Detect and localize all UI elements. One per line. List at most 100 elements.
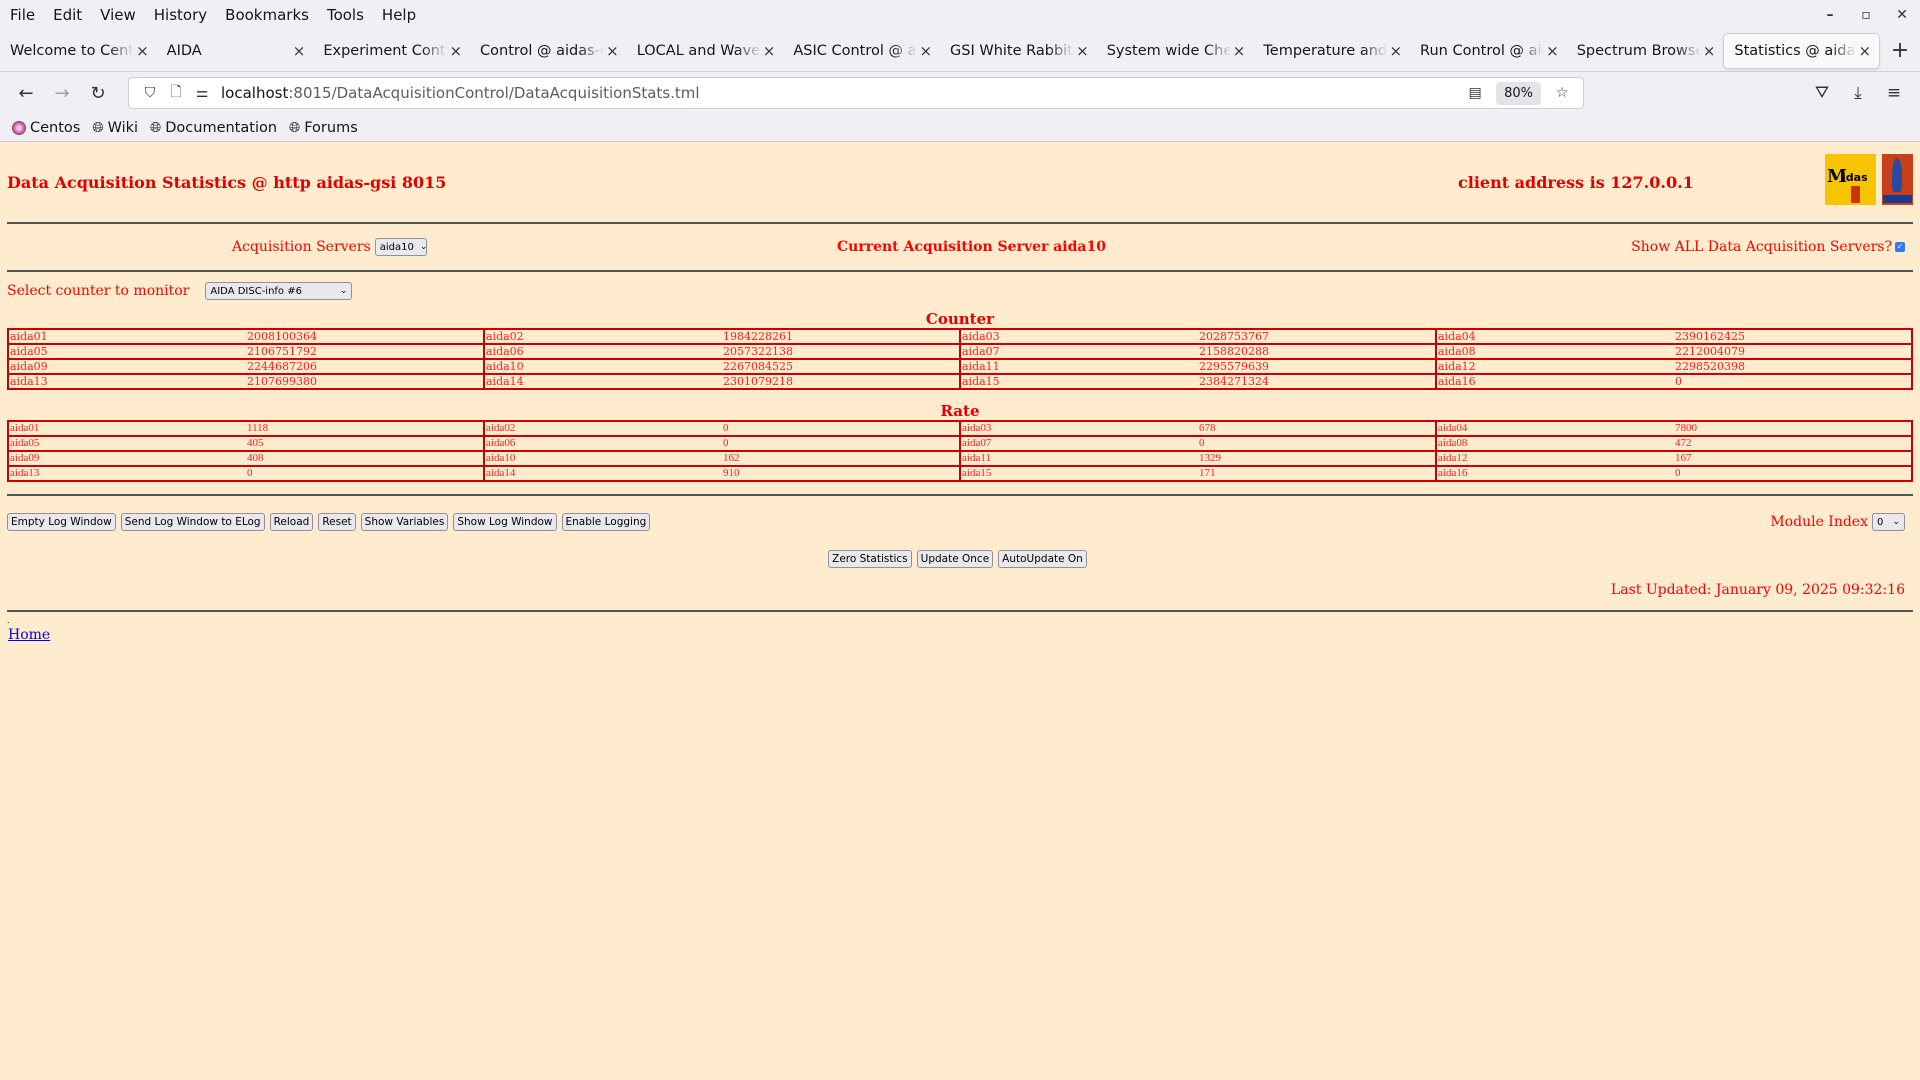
show-variables-button[interactable]: Show Variables	[360, 513, 449, 531]
app-menu-icon[interactable]: ≡	[1876, 83, 1912, 103]
empty-log-window-button[interactable]: Empty Log Window	[7, 513, 116, 531]
value-cell: 2384271324	[1198, 373, 1437, 390]
dot: .	[7, 616, 10, 625]
menu-history[interactable]: History	[154, 6, 207, 24]
enable-logging-button[interactable]: Enable Logging	[561, 513, 651, 531]
close-tab-icon[interactable]: ×	[136, 42, 149, 60]
bookmark-documentation[interactable]: 🌐︎ Documentation	[150, 120, 277, 136]
browser-tab[interactable]: AIDA ×	[157, 33, 314, 69]
send-log-window-to-elog-button[interactable]: Send Log Window to ELog	[120, 513, 265, 531]
close-tab-icon[interactable]: ×	[606, 42, 619, 60]
close-tab-icon[interactable]: ×	[1546, 42, 1559, 60]
close-tab-icon[interactable]: ×	[1233, 42, 1246, 60]
menu-tools[interactable]: Tools	[327, 6, 364, 24]
bookmark-wiki[interactable]: 🌐︎ Wiki	[92, 120, 138, 136]
counter-select[interactable]: AIDA DISC-info #6 ⌄	[205, 282, 353, 300]
close-tab-icon[interactable]: ×	[1703, 42, 1716, 60]
table-row: aida09 408 aida10 162 aida11 1329 aida12 167	[7, 450, 1913, 467]
globe-icon: 🌐︎	[150, 119, 162, 136]
acquisition-server-select[interactable]: aida10 ⌄	[374, 238, 428, 256]
globe-icon: 🌐︎	[289, 119, 301, 136]
url-bar[interactable]: ⛉ 🗋 ⚌ localhost:8015/DataAcquisitionCont…	[128, 77, 1584, 109]
browser-tab[interactable]: Spectrum Browser ×	[1567, 33, 1724, 69]
reader-mode-icon[interactable]: ▤	[1462, 85, 1488, 101]
value-cell: 2390162425	[1674, 328, 1913, 345]
show-all-checkbox[interactable]: ✓	[1895, 242, 1905, 252]
browser-tab[interactable]: Statistics @ aidas-gsi×	[1723, 32, 1881, 69]
url-path: :8015/DataAcquisitionControl/DataAcquisi…	[288, 84, 700, 102]
browser-chrome: File Edit View History Bookmarks Tools H…	[0, 0, 1920, 142]
forward-icon[interactable]: →	[44, 83, 80, 104]
reload-button[interactable]: Reload	[269, 513, 314, 531]
value-cell: 472	[1674, 435, 1913, 452]
value-cell: 405	[246, 435, 485, 452]
close-tab-icon[interactable]: ×	[449, 42, 462, 60]
menu-view[interactable]: View	[100, 6, 136, 24]
autoupdate-on-button[interactable]: AutoUpdate On	[998, 550, 1087, 568]
update-button-row: Zero Statistics Update Once AutoUpdate On	[7, 548, 1913, 570]
server-name-cell: aida04	[1435, 328, 1674, 345]
close-tab-icon[interactable]: ×	[293, 42, 306, 60]
server-name-cell: aida10	[483, 450, 722, 467]
reload-icon[interactable]: ↻	[80, 83, 116, 104]
menu-file[interactable]: File	[10, 6, 35, 24]
close-tab-icon[interactable]: ×	[919, 42, 932, 60]
page-icon[interactable]: 🗋	[163, 81, 189, 105]
server-name-cell: aida09	[7, 358, 246, 375]
server-name-cell: aida16	[1435, 373, 1674, 390]
menu-edit[interactable]: Edit	[53, 6, 82, 24]
close-window-icon[interactable]: ✕	[1884, 7, 1920, 23]
minimize-icon[interactable]: –	[1812, 7, 1848, 23]
chevron-down-icon: ⌄	[1892, 517, 1900, 527]
bookmark-centos[interactable]: Centos	[12, 120, 80, 136]
value-cell: 1984228261	[722, 328, 961, 345]
zoom-level-badge[interactable]: 80%	[1496, 81, 1541, 105]
home-link[interactable]: Home	[8, 627, 50, 643]
bookmark-star-icon[interactable]: ☆	[1549, 85, 1575, 101]
pocket-icon[interactable]: ⛛	[1804, 83, 1840, 103]
browser-tab[interactable]: Experiment Control×	[313, 33, 470, 69]
back-icon[interactable]: ←	[8, 83, 44, 104]
tab-label: System wide Check	[1106, 42, 1231, 59]
downloads-icon[interactable]: ⤓	[1840, 83, 1876, 103]
browser-tab[interactable]: ASIC Control @ aidas×	[783, 33, 940, 69]
bookmark-forums[interactable]: 🌐︎ Forums	[289, 120, 358, 136]
menu-bookmarks[interactable]: Bookmarks	[225, 6, 309, 24]
browser-tab[interactable]: GSI White Rabbit T ×	[940, 33, 1097, 69]
value-cell: 1118	[246, 420, 485, 437]
browser-tab[interactable]: Welcome to CentOS×	[0, 33, 157, 69]
maximize-icon[interactable]: ▫	[1848, 7, 1884, 23]
browser-tab[interactable]: Run Control @ aidas×	[1410, 33, 1567, 69]
selected-value: 0	[1877, 516, 1884, 528]
permissions-icon[interactable]: ⚌	[189, 85, 215, 101]
chevron-down-icon: ⌄	[419, 242, 428, 252]
module-index-select[interactable]: 0 ⌄	[1872, 513, 1905, 531]
value-cell: 2295579639	[1198, 358, 1437, 375]
browser-tab[interactable]: Temperature and s ×	[1253, 33, 1410, 69]
bookmark-label: Wiki	[107, 119, 139, 136]
browser-tab[interactable]: LOCAL and Waveform×	[627, 33, 784, 69]
close-tab-icon[interactable]: ×	[1858, 42, 1871, 60]
browser-tab[interactable]: System wide Check×	[1097, 33, 1254, 69]
zero-statistics-button[interactable]: Zero Statistics	[828, 550, 912, 568]
table-row: aida01 1118 aida02 0 aida03 678 aida04 7800	[7, 420, 1913, 437]
tab-label: LOCAL and Waveform	[636, 42, 761, 59]
value-cell: 2106751792	[246, 343, 485, 360]
show-log-window-button[interactable]: Show Log Window	[453, 513, 557, 531]
server-name-cell: aida09	[7, 450, 246, 467]
close-tab-icon[interactable]: ×	[1389, 42, 1402, 60]
tcl-powered-logo	[1882, 154, 1913, 205]
close-tab-icon[interactable]: ×	[1076, 42, 1089, 60]
update-once-button[interactable]: Update Once	[916, 550, 994, 568]
server-name-cell: aida03	[959, 328, 1198, 345]
menu-help[interactable]: Help	[382, 6, 416, 24]
counter-select-row: Select counter to monitor AIDA DISC-info…	[7, 272, 1913, 310]
value-cell: 0	[722, 420, 961, 437]
new-tab-icon[interactable]: +	[1880, 38, 1920, 63]
shield-icon[interactable]: ⛉	[137, 85, 163, 101]
reset-button[interactable]: Reset	[318, 513, 356, 531]
bookmark-label: Centos	[30, 119, 81, 136]
close-tab-icon[interactable]: ×	[763, 42, 776, 60]
browser-tab[interactable]: Control @ aidas-gsi×	[470, 33, 627, 69]
tab-label: Temperature and s	[1263, 42, 1388, 59]
